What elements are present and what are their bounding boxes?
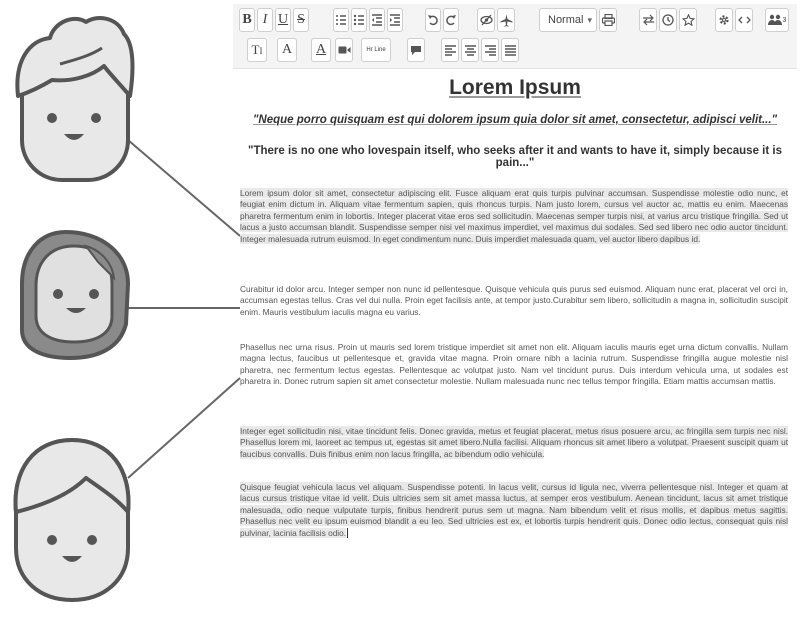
hide-button[interactable] (477, 8, 495, 32)
source-code-button[interactable] (735, 8, 753, 32)
paragraph-2: Curabitur id dolor arcu. Integer semper … (240, 284, 788, 317)
users-icon (767, 14, 782, 25)
paragraph-1: Lorem ipsum dolor sit amet, consectetur … (240, 188, 788, 244)
history-button[interactable] (659, 8, 677, 32)
users-button[interactable]: 3 (765, 8, 789, 32)
clock-icon (662, 14, 674, 26)
text-cursor (347, 527, 349, 538)
video-camera-icon (338, 46, 350, 54)
connector-line-1 (127, 139, 241, 237)
bold-button[interactable]: B (239, 8, 255, 32)
rich-text-editor: B I U S Normal ▾ 3 TI A A Hr Line Lorem … (233, 4, 797, 562)
gear-icon (719, 15, 729, 25)
underline-button[interactable]: U (275, 8, 291, 32)
font-color-button[interactable]: A (311, 38, 331, 62)
document-body[interactable]: Lorem Ipsum "Neque porro quisquam est qu… (233, 70, 797, 560)
font-color-icon: A (315, 42, 327, 57)
indent-button[interactable] (387, 8, 403, 32)
paragraph-3: Phasellus nec urna risus. Proin ut mauri… (240, 342, 788, 387)
italic-icon: I (262, 12, 268, 27)
redo-icon (446, 15, 456, 26)
collaborator-avatars (13, 16, 241, 603)
printer-icon (601, 14, 615, 26)
horizontal-line-icon: Hr Line (366, 47, 386, 53)
outdent-icon (372, 14, 382, 26)
paragraph-style-value: Normal (548, 14, 584, 26)
font-icon: A (281, 42, 293, 57)
print-button[interactable] (599, 8, 617, 32)
man-avatar-icon (15, 16, 135, 182)
font-button[interactable]: A (277, 38, 297, 62)
redo-button[interactable] (443, 8, 459, 32)
align-justify-icon (504, 44, 516, 56)
text-size-icon: TI (251, 42, 263, 57)
indent-icon (390, 14, 400, 26)
paragraph-5: Quisque feugiat vehicula lacus vel aliqu… (240, 482, 788, 538)
unordered-list-button[interactable] (351, 8, 367, 32)
align-center-button[interactable] (461, 38, 479, 62)
strikethrough-icon: S (297, 12, 305, 27)
align-justify-button[interactable] (501, 38, 519, 62)
comment-button[interactable] (407, 38, 425, 62)
bold-icon: B (242, 12, 252, 27)
editor-toolbar: B I U S Normal ▾ 3 TI A A Hr Line (233, 4, 797, 69)
code-icon (737, 16, 751, 24)
star-icon (681, 14, 695, 26)
swap-arrows-icon (642, 14, 654, 26)
boy-avatar-icon (13, 437, 131, 603)
favorite-button[interactable] (679, 8, 697, 32)
chevron-down-icon: ▾ (587, 15, 592, 25)
paragraph-style-select[interactable]: Normal ▾ (539, 8, 597, 32)
quote-2: "There is no one who lovespain itself, w… (248, 145, 782, 169)
unordered-list-icon (353, 14, 364, 26)
align-center-icon (464, 44, 476, 56)
video-button[interactable] (335, 38, 353, 62)
italic-button[interactable]: I (257, 8, 273, 32)
undo-icon (428, 15, 438, 26)
plane-icon (500, 14, 512, 27)
strikethrough-button[interactable]: S (293, 8, 309, 32)
woman-hijab-avatar-icon (20, 229, 131, 361)
ordered-list-button[interactable] (333, 8, 349, 32)
horizontal-line-button[interactable]: Hr Line (361, 38, 391, 62)
swap-button[interactable] (639, 8, 657, 32)
comment-icon (411, 45, 421, 55)
outdent-button[interactable] (369, 8, 385, 32)
send-button[interactable] (497, 8, 515, 32)
connector-line-3 (127, 377, 241, 479)
quote-1: "Neque porro quisquam est qui dolorem ip… (252, 114, 778, 126)
paragraph-4: Integer eget sollicitudin nisi, vitae ti… (240, 426, 788, 459)
align-left-button[interactable] (441, 38, 459, 62)
users-count-badge: 3 (782, 16, 787, 24)
align-right-button[interactable] (481, 38, 499, 62)
ordered-list-icon (336, 15, 346, 25)
document-title: Lorem Ipsum (449, 76, 581, 99)
align-left-icon (444, 44, 456, 56)
align-right-icon (484, 44, 496, 56)
text-size-button[interactable]: TI (247, 38, 267, 62)
undo-button[interactable] (425, 8, 441, 32)
settings-button[interactable] (715, 8, 733, 32)
eye-slash-icon (479, 14, 493, 26)
underline-icon: U (277, 12, 289, 27)
